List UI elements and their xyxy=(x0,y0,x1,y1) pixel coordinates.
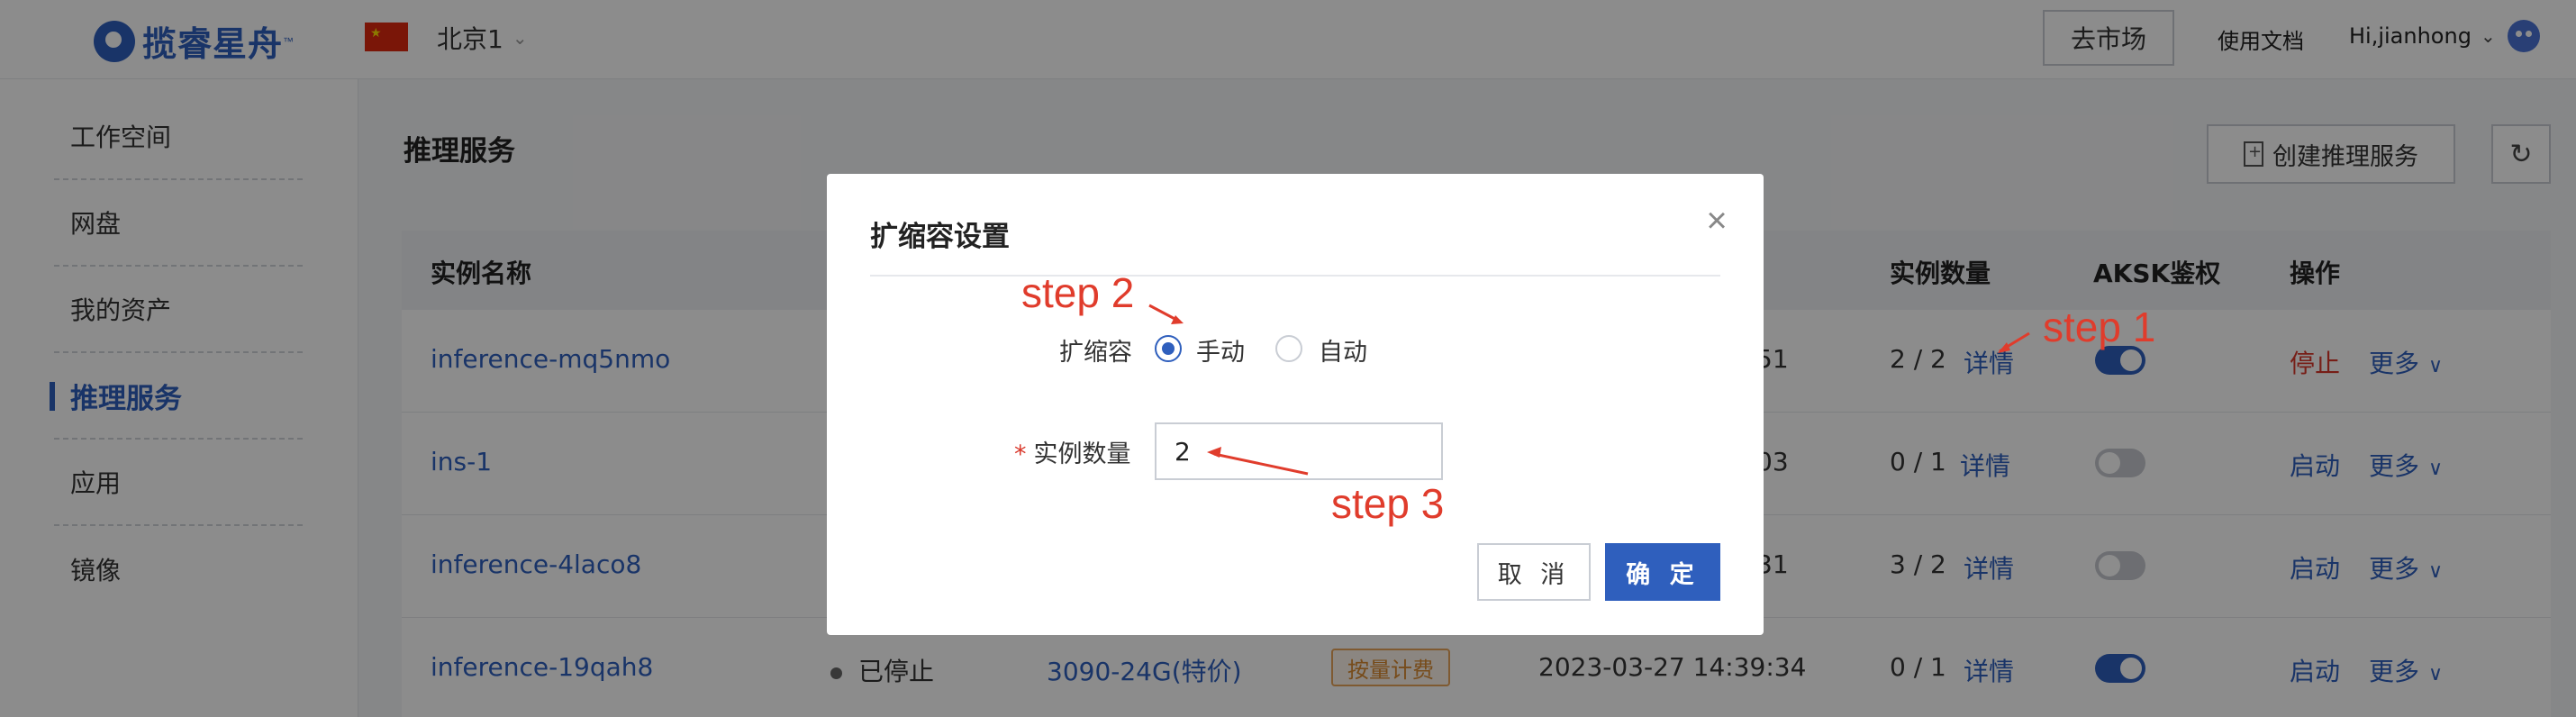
close-icon[interactable]: × xyxy=(1699,203,1735,239)
modal-title: 扩缩容设置 xyxy=(870,221,1010,253)
radio-auto-label[interactable]: 自动 xyxy=(1319,332,1367,368)
scaling-modal: 扩缩容设置 × 扩缩容 手动 自动 *实例数量 取 消 确 定 xyxy=(827,174,1764,635)
instance-count-label: * 实例数量 xyxy=(1014,434,1131,469)
radio-manual-label[interactable]: 手动 xyxy=(1196,332,1245,368)
cancel-button[interactable]: 取 消 xyxy=(1477,543,1591,601)
step2-annotation: step 2 xyxy=(1021,269,1135,316)
modal-divider xyxy=(870,275,1720,277)
scale-mode-label: 扩缩容 xyxy=(1059,339,1132,367)
instance-count-text: 实例数量 xyxy=(1033,440,1131,468)
instance-count-input[interactable] xyxy=(1155,422,1443,480)
required-mark: * xyxy=(1014,440,1027,468)
radio-auto[interactable] xyxy=(1275,335,1302,362)
radio-manual[interactable] xyxy=(1155,335,1182,362)
confirm-button[interactable]: 确 定 xyxy=(1605,543,1720,601)
step1-annotation: step 1 xyxy=(2043,304,2156,350)
step3-annotation: step 3 xyxy=(1331,480,1445,527)
